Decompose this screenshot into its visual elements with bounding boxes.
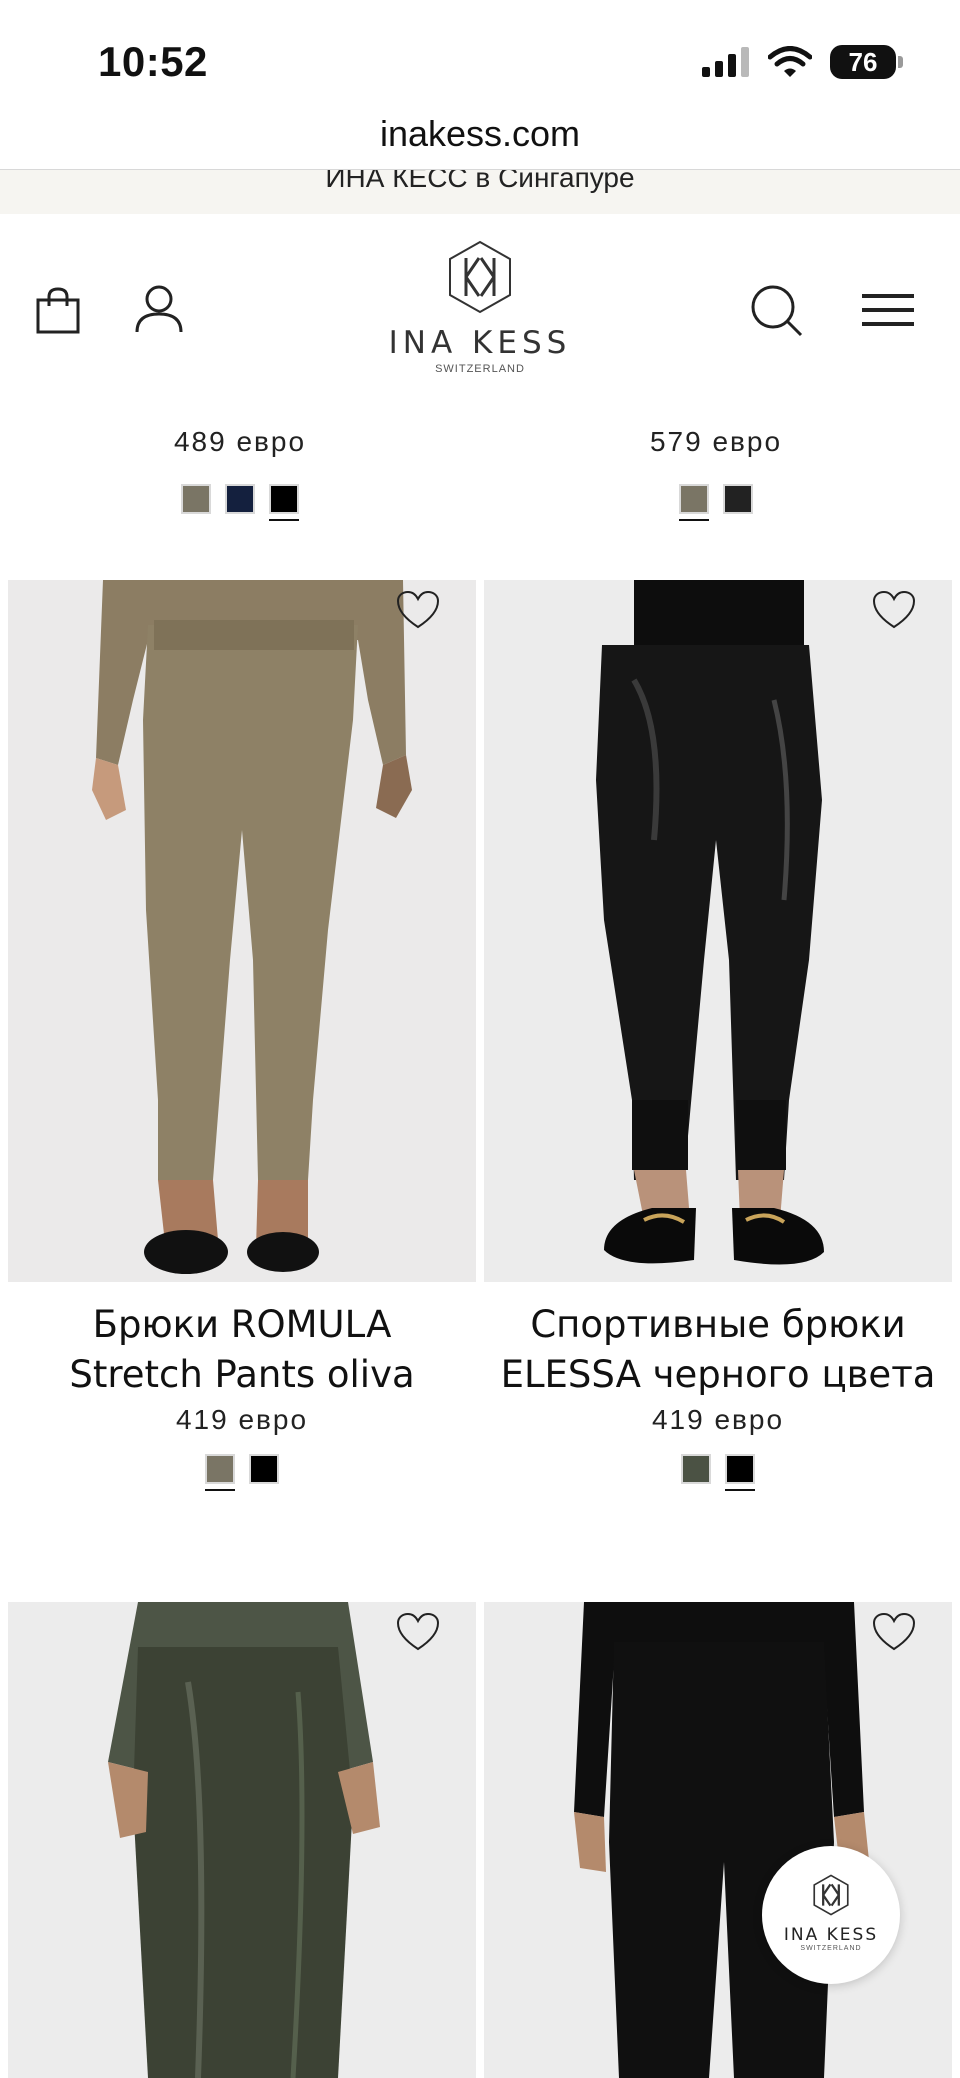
wishlist-heart-icon[interactable] (872, 1612, 916, 1652)
url-text: inakess.com (379, 113, 581, 154)
color-swatch[interactable] (181, 484, 211, 514)
brand-subtitle: SWITZERLAND (435, 363, 525, 375)
status-time: 10:52 (98, 38, 208, 85)
account-icon[interactable] (134, 284, 184, 334)
product-image[interactable] (8, 580, 476, 1282)
product-title-partial: ——— (10, 394, 470, 399)
color-swatch[interactable] (723, 484, 753, 514)
color-swatch[interactable] (249, 1454, 279, 1484)
color-swatches (486, 484, 946, 521)
product-card[interactable]: Спортивные брюки ELESSA черного цвета 41… (484, 580, 952, 1491)
floating-brand-badge[interactable]: INA KESS SWITZERLAND (762, 1846, 900, 1984)
color-swatches (8, 1454, 476, 1491)
product-title-partial: ——— (486, 394, 946, 399)
product-photo (484, 580, 952, 1282)
product-photo (8, 1602, 476, 2078)
announcement-text: ИНА КЕСС в Сингапуре (325, 170, 635, 193)
brand-logo[interactable]: INA KESS SWITZERLAND (380, 240, 580, 375)
product-card[interactable] (484, 1602, 952, 2078)
product-image[interactable] (484, 1602, 952, 2078)
color-swatches (484, 1454, 952, 1491)
product-card[interactable]: Брюки ROMULA Stretch Pants oliva 419 евр… (8, 580, 476, 1491)
wishlist-heart-icon[interactable] (872, 590, 916, 630)
announcement-bar: ИНА КЕСС в Сингапуре (0, 170, 960, 214)
product-title[interactable]: Брюки ROMULA Stretch Pants oliva (8, 1300, 476, 1400)
color-swatch[interactable] (679, 484, 709, 521)
color-swatches (10, 484, 470, 521)
product-photo (8, 580, 476, 1282)
product-photo (484, 1602, 952, 2078)
site-header: INA KESS SWITZERLAND (0, 214, 960, 394)
product-price: 419 евро (175, 1404, 309, 1435)
brand-logo-mark (813, 1874, 849, 1916)
wifi-icon (768, 46, 812, 77)
badge-brand-name: INA KESS (783, 1925, 879, 1945)
color-swatch[interactable] (225, 484, 255, 514)
product-card[interactable] (8, 1602, 476, 2078)
product-image[interactable] (484, 580, 952, 1282)
product-row-partial: ——— 489 евро ——— 579 евро (0, 394, 960, 544)
badge-brand-sub: SWITZERLAND (800, 1945, 862, 1952)
product-title[interactable]: Спортивные брюки ELESSA черного цвета (484, 1300, 952, 1400)
brand-logo-mark (449, 240, 511, 314)
menu-icon[interactable] (862, 294, 914, 326)
brand-name: INA KESS (388, 325, 572, 361)
status-bar: 10:52 76 (0, 0, 960, 112)
search-icon[interactable] (750, 284, 804, 338)
signal-icon (702, 47, 749, 77)
wishlist-heart-icon[interactable] (396, 590, 440, 630)
product-image[interactable] (8, 1602, 476, 2078)
url-bar[interactable]: inakess.com (0, 108, 960, 170)
product-price: 489 евро (173, 426, 307, 457)
status-icons: 76 (702, 44, 903, 80)
product-price: 419 евро (651, 1404, 785, 1435)
color-swatch[interactable] (681, 1454, 711, 1484)
wishlist-heart-icon[interactable] (396, 1612, 440, 1652)
color-swatch[interactable] (205, 1454, 235, 1491)
battery-level: 76 (848, 46, 878, 77)
product-price: 579 евро (649, 426, 783, 457)
color-swatch[interactable] (269, 484, 299, 521)
battery-icon: 76 (830, 45, 903, 79)
color-swatch[interactable] (725, 1454, 755, 1491)
shopping-bag-icon[interactable] (36, 286, 80, 334)
